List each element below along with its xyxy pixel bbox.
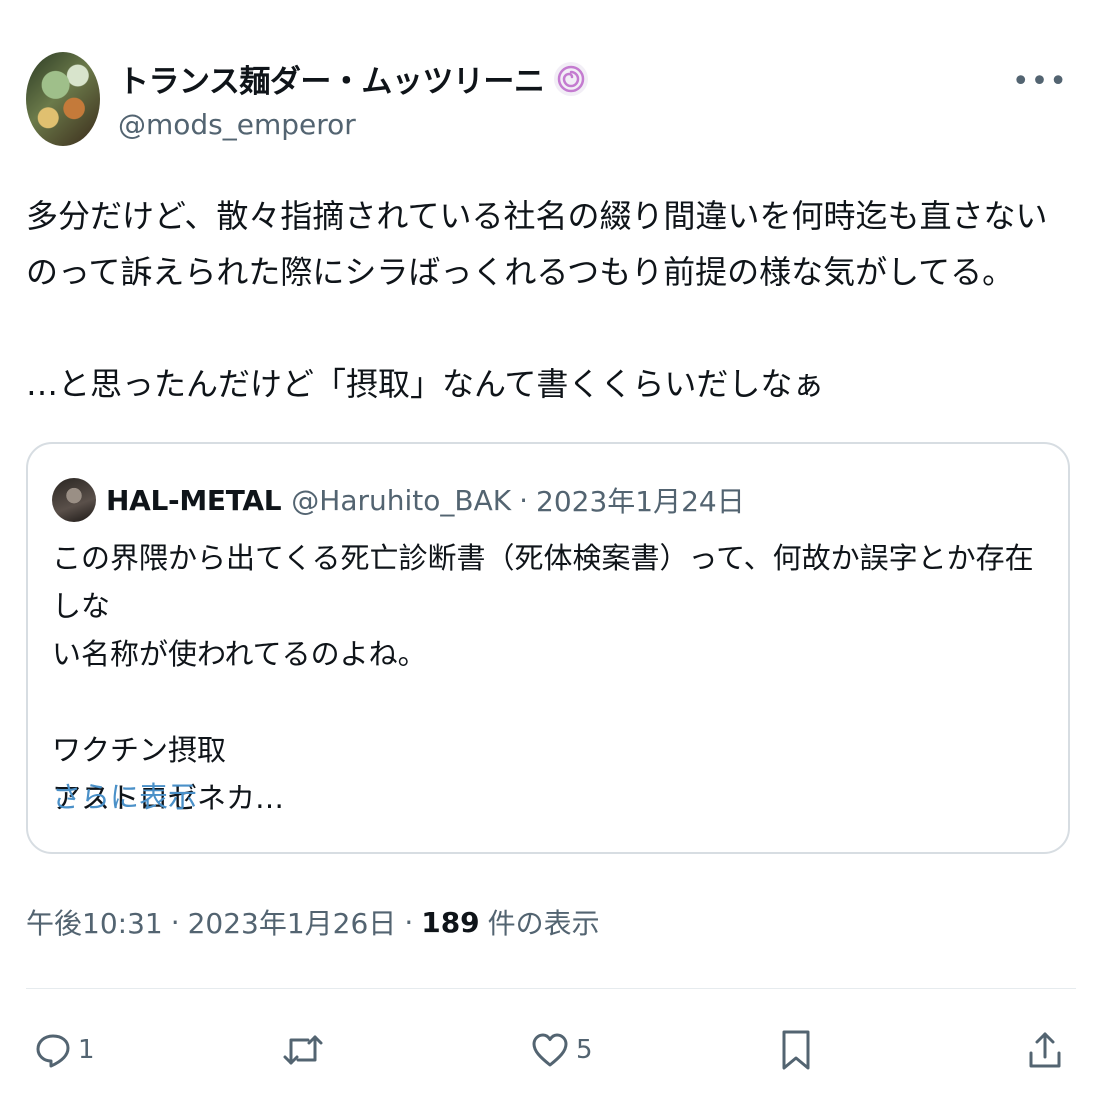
action-bar: 1 5 <box>26 1020 1076 1080</box>
share-icon <box>1026 1029 1064 1071</box>
bookmark-icon <box>778 1028 814 1072</box>
quoted-tweet[interactable]: HAL-METAL @Haruhito_BAK · 2023年1月24日 この界… <box>26 442 1070 854</box>
like-count: 5 <box>576 1035 593 1065</box>
like-icon <box>530 1031 570 1069</box>
bookmark-button[interactable] <box>778 1020 814 1080</box>
quoted-author-handle: @Haruhito_BAK <box>291 483 512 517</box>
meta-separator: · <box>404 905 414 939</box>
quoted-author-avatar <box>52 478 96 522</box>
reply-icon <box>34 1031 72 1069</box>
tweet-meta: 午後10:31 · 2023年1月26日 · 189 件の表示 <box>26 902 600 942</box>
quoted-date: 2023年1月24日 <box>536 485 745 518</box>
meta-separator: · <box>170 905 180 939</box>
reply-count: 1 <box>78 1035 95 1065</box>
retweet-icon <box>282 1031 324 1069</box>
divider <box>26 988 1076 989</box>
author-handle[interactable]: @mods_emperor <box>118 108 356 141</box>
views-label: 件の表示 <box>487 907 600 940</box>
author-display-name[interactable]: トランス麺ダー・ムッツリーニ <box>118 56 545 101</box>
tweet-header: トランス麺ダー・ムッツリーニ @mods_emperor ••• <box>26 50 1086 150</box>
reply-button[interactable]: 1 <box>34 1020 95 1080</box>
share-button[interactable] <box>1026 1020 1064 1080</box>
more-icon[interactable]: ••• <box>1012 64 1068 99</box>
views-count: 189 <box>421 905 480 939</box>
show-more-link[interactable]: さらに表示 <box>52 774 197 816</box>
tweet-date[interactable]: 2023年1月26日 <box>188 902 397 942</box>
quoted-separator: · <box>519 483 529 517</box>
quoted-tweet-text: この界隈から出てくる死亡診断書（死体検案書）って、何故か誤字とか存在しな い名称… <box>52 541 1034 815</box>
quoted-tweet-header: HAL-METAL @Haruhito_BAK · 2023年1月24日 <box>52 478 745 522</box>
retweet-button[interactable] <box>282 1020 324 1080</box>
author-name-row: トランス麺ダー・ムッツリーニ <box>118 56 589 101</box>
quoted-author-name: HAL-METAL <box>106 483 282 517</box>
tweet-text: 多分だけど、散々指摘されている社名の綴り間違いを何時迄も直さない のって訴えられ… <box>26 197 1048 403</box>
tweet-time[interactable]: 午後10:31 <box>26 902 163 942</box>
like-button[interactable]: 5 <box>530 1020 593 1080</box>
author-avatar[interactable] <box>26 52 100 146</box>
swirl-badge-icon <box>554 61 589 96</box>
